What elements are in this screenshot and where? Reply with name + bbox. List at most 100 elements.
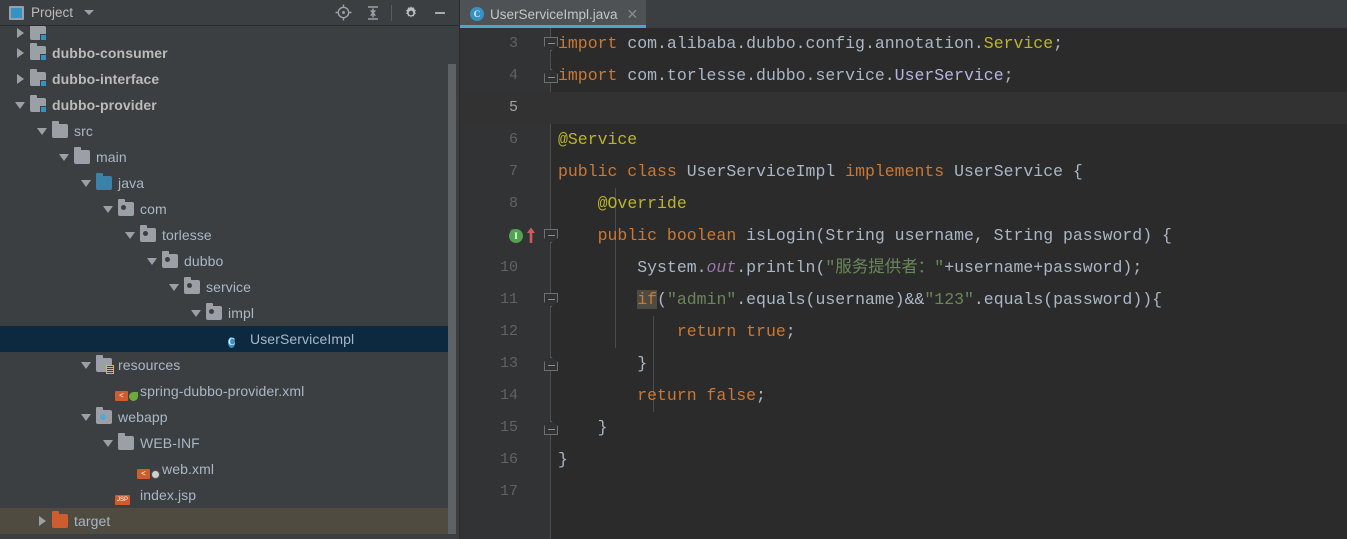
line-number: 11 (499, 291, 518, 308)
tree-item-index-jsp[interactable]: JSP index.jsp (0, 482, 450, 508)
code-line-11[interactable]: 11 if("admin".equals(username)&&"123".eq… (460, 284, 1347, 316)
tree-item-torlesse[interactable]: torlesse (0, 222, 450, 248)
code-line-4[interactable]: 4 import com.torlesse.dubbo.service.UserS… (460, 60, 1347, 92)
code-line-16[interactable]: 16} (460, 444, 1347, 476)
implementing-method-icon[interactable]: I (509, 229, 523, 243)
collapse-all-icon[interactable] (358, 0, 387, 26)
line-number: 13 (499, 355, 518, 372)
fold-collapse-icon[interactable] (544, 37, 558, 51)
tree-item-icon-slot (72, 147, 92, 164)
code-line-13[interactable]: 13 } (460, 348, 1347, 380)
tree-item-impl[interactable]: impl (0, 300, 450, 326)
chevron-down-icon[interactable] (56, 153, 72, 161)
code-line-10[interactable]: 10 System.out.println("服务提供者："+username+… (460, 252, 1347, 284)
minimize-icon[interactable] (425, 0, 454, 26)
fold-end-icon[interactable] (544, 69, 558, 83)
tree-item-dubbo-interface[interactable]: dubbo-interface (0, 66, 450, 92)
fold-end-icon[interactable] (544, 357, 558, 371)
chevron-right-icon[interactable] (34, 516, 50, 526)
tree-item-label: service (206, 279, 252, 295)
tree-item-target[interactable]: target (0, 508, 450, 534)
chevron-down-icon[interactable] (144, 257, 160, 265)
tree-item-dubbo[interactable]: dubbo (0, 248, 450, 274)
editor-tab-userserviceimpl[interactable]: C UserServiceImpl.java ✕ (460, 0, 647, 28)
tree-item-icon-slot (50, 511, 70, 528)
tree-item-java[interactable]: java (0, 170, 450, 196)
chevron-down-icon[interactable] (84, 10, 95, 15)
chevron-down-icon[interactable] (166, 283, 182, 291)
chevron-down-icon[interactable] (100, 439, 116, 447)
tree-item-spring-dubbo-provider-xml[interactable]: < spring-dubbo-provider.xml (0, 378, 450, 404)
close-icon[interactable]: ✕ (627, 6, 639, 23)
chevron-down-icon[interactable] (100, 205, 116, 213)
tree-item-webapp[interactable]: webapp (0, 404, 450, 430)
fold-collapse-icon[interactable] (544, 293, 558, 307)
code-line-9[interactable]: 9I public boolean isLogin(String usernam… (460, 220, 1347, 252)
code-line-7[interactable]: 7 public class UserServiceImpl implements… (460, 156, 1347, 188)
tree-item-icon-slot (50, 121, 70, 138)
chevron-down-icon[interactable] (12, 101, 28, 109)
gear-icon[interactable] (396, 0, 425, 26)
line-number: 8 (508, 195, 518, 212)
code-token: isLogin (746, 226, 816, 245)
fold-end-icon[interactable] (544, 421, 558, 435)
tree-item-web-inf[interactable]: WEB-INF (0, 430, 450, 456)
code-line-12[interactable]: 12 return true; (460, 316, 1347, 348)
line-number: 5 (508, 99, 518, 116)
tree-item-label: src (74, 123, 93, 139)
chevron-down-icon[interactable] (122, 231, 138, 239)
code-line-14[interactable]: 14 return false; (460, 380, 1347, 412)
code-line-8[interactable]: 8 @Override (460, 188, 1347, 220)
code-token: public boolean (597, 226, 747, 245)
tree-item-src[interactable]: src (0, 118, 450, 144)
project-tree[interactable]: dubbo-consumer dubbo-interface dubbo-provi… (0, 26, 460, 539)
tree-item-icon-slot (160, 251, 180, 268)
project-panel-toolbar (329, 0, 460, 25)
code-line-17[interactable]: 17 (460, 476, 1347, 508)
chevron-right-icon[interactable] (12, 48, 28, 58)
code-line-3[interactable]: 3 import com.alibaba.dubbo.config.annotat… (460, 28, 1347, 60)
code-line-6[interactable]: 6 @Service (460, 124, 1347, 156)
code-token: ; (756, 386, 766, 405)
tree-item-dubbo-consumer[interactable]: dubbo-consumer (0, 40, 450, 66)
fold-collapse-icon[interactable] (544, 229, 558, 243)
tree-item-main[interactable]: main (0, 144, 450, 170)
chevron-right-icon[interactable] (12, 28, 28, 38)
project-scrollbar-track[interactable] (448, 26, 458, 539)
override-arrow-icon[interactable] (526, 226, 536, 244)
chevron-down-icon[interactable] (78, 413, 94, 421)
package-icon (162, 251, 178, 268)
code-content-area[interactable]: 3 import com.alibaba.dubbo.config.annotat… (460, 28, 1347, 539)
project-scrollbar-thumb[interactable] (448, 64, 456, 534)
code-line-5[interactable]: 5 (460, 92, 1347, 124)
code-text: } (558, 348, 647, 380)
tree-item-resources[interactable]: resources (0, 352, 450, 378)
tree-item-userserviceimpl[interactable]: C UserServiceImpl (0, 326, 450, 352)
locate-target-icon[interactable] (329, 0, 358, 26)
chevron-down-icon[interactable] (188, 309, 204, 317)
tree-item-clipped[interactable] (0, 26, 450, 40)
tree-item-dubbo-provider[interactable]: dubbo-provider (0, 92, 450, 118)
line-number: 3 (508, 35, 518, 52)
chevron-right-icon[interactable] (12, 74, 28, 84)
tree-item-icon-slot (94, 173, 114, 190)
code-line-15[interactable]: 15 } (460, 412, 1347, 444)
code-text: public boolean isLogin(String username, … (558, 220, 1172, 252)
line-number: 12 (499, 323, 518, 340)
tree-item-service[interactable]: service (0, 274, 450, 300)
chevron-down-icon[interactable] (78, 361, 94, 369)
tree-item-com[interactable]: com (0, 196, 450, 222)
tree-item-label: dubbo-consumer (52, 45, 168, 61)
code-text: if("admin".equals(username)&&"123".equal… (558, 284, 1162, 316)
tree-item-label: resources (118, 357, 181, 373)
project-tool-window: Project dubbo-consumer dubbo-interface d… (0, 0, 460, 539)
code-token: return false (637, 386, 757, 405)
tree-item-icon-slot: < (137, 462, 160, 479)
tree-item-icon-slot (28, 43, 48, 61)
chevron-down-icon[interactable] (34, 127, 50, 135)
tree-item-web-xml[interactable]: < web.xml (0, 456, 450, 482)
chevron-down-icon[interactable] (78, 179, 94, 187)
